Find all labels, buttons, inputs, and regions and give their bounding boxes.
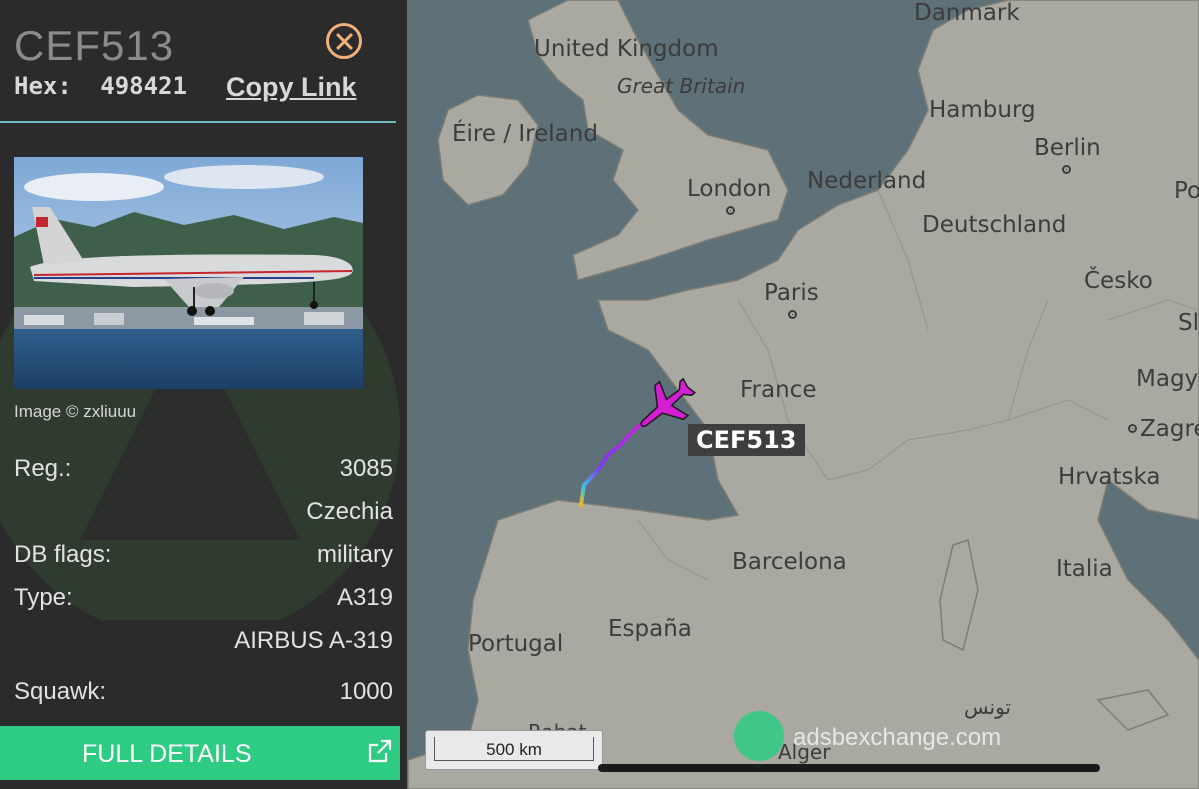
full-details-button[interactable]: FULL DETAILS: [0, 726, 400, 780]
adsbx-logo-icon: [734, 711, 784, 761]
type-value: A319: [336, 584, 393, 611]
brand-text: adsbexchange.com: [793, 724, 1002, 751]
aircraft-info-panel: CEF513 Hex: 498421 Copy Link Image © zxl…: [0, 0, 407, 789]
dbflags-label: DB flags:: [14, 541, 112, 568]
close-icon[interactable]: [326, 23, 362, 59]
dbflags-value: military: [317, 541, 393, 568]
hex-value: 498421: [100, 72, 187, 100]
hex-label: Hex:: [14, 72, 72, 100]
copy-link[interactable]: Copy Link: [226, 72, 357, 103]
image-credit: Image © zxliuuu: [14, 402, 137, 421]
aircraft-photo[interactable]: [14, 157, 363, 389]
aircraft-map-label[interactable]: CEF513: [688, 424, 805, 456]
reg-value: 3085: [339, 455, 393, 482]
type-label: Type:: [14, 584, 73, 611]
squawk-value: 1000: [339, 678, 393, 705]
map-view[interactable]: Danmark United Kingdom Great Britain Ham…: [408, 0, 1199, 789]
country-value: Czechia: [306, 498, 393, 525]
reg-label: Reg.:: [14, 455, 72, 482]
callsign-title: CEF513: [14, 22, 175, 69]
type-name-value: AIRBUS A-319: [234, 627, 393, 654]
divider: [0, 121, 396, 123]
full-details-label: FULL DETAILS: [82, 740, 252, 768]
scale-label: 500 km: [486, 740, 542, 759]
hex-row: Hex: 498421: [14, 72, 187, 100]
scale-bar: 500 km: [425, 730, 603, 770]
horizontal-scrollbar[interactable]: [598, 764, 1100, 772]
external-link-icon: [368, 739, 392, 763]
flight-track: [579, 377, 696, 507]
squawk-label: Squawk:: [14, 678, 107, 705]
